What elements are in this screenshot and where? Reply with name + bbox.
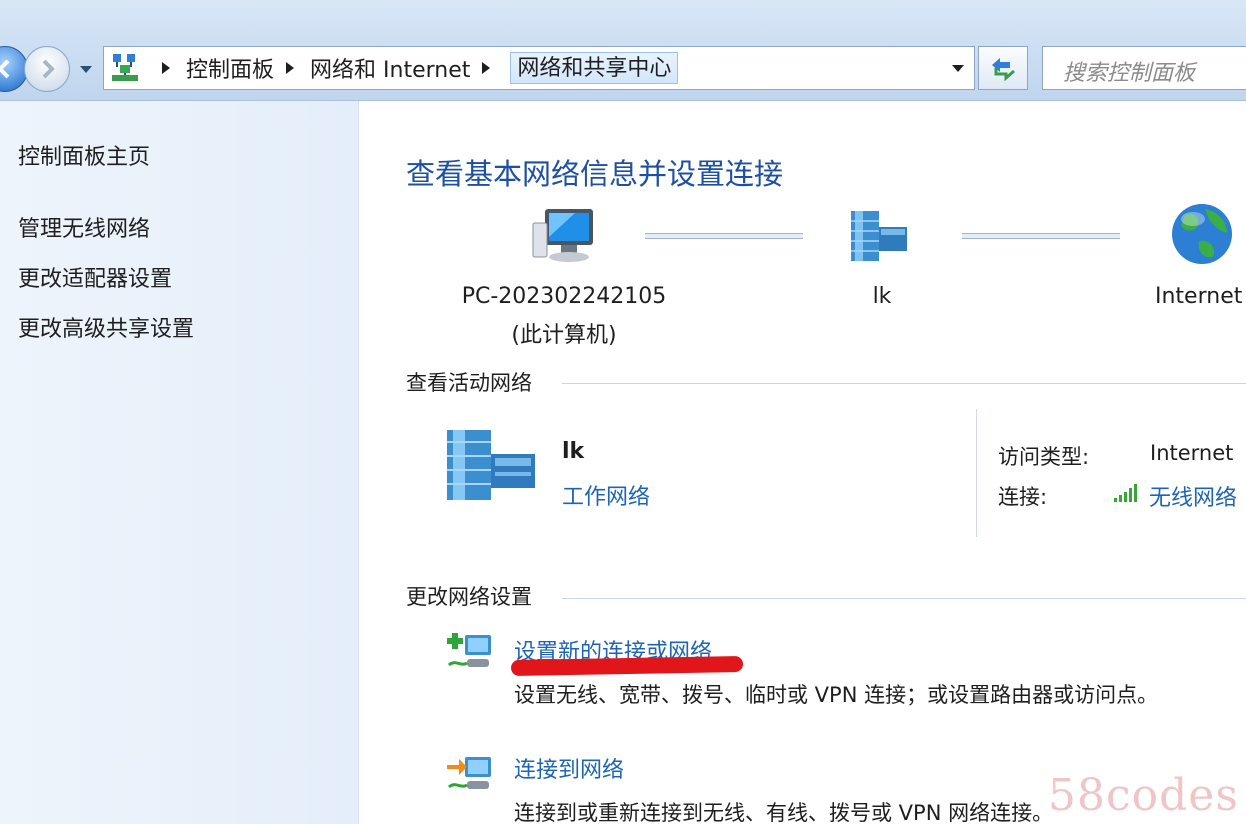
search-input[interactable]: 搜索控制面板 [1042,46,1246,90]
network-building-icon[interactable] [847,207,913,265]
address-toolbar: 控制面板 网络和 Internet 网络和共享中心 搜索控制面板 [0,0,1246,101]
active-networks-heading: 查看活动网络 [406,371,532,395]
forward-button[interactable] [24,46,70,92]
main-content: 查看基本网络信息并设置连接 PC-202302242105 (此计算机) lk … [359,101,1246,824]
divider [562,383,1246,384]
sidebar-item-control-panel-home[interactable]: 控制面板主页 [18,139,150,171]
access-type-value: Internet [1150,441,1234,465]
map-connector-line [645,233,803,239]
arrow-left-icon [0,59,10,79]
breadcrumb-control-panel[interactable]: 控制面板 [186,52,274,84]
watermark: 58codes [1048,770,1239,821]
map-connector-line [962,233,1120,239]
map-node-label: lk [872,284,892,309]
wifi-signal-icon [1114,484,1137,502]
wireless-connection-link[interactable]: 无线网络 [1149,480,1237,512]
arrow-right-icon [42,59,55,79]
network-category-link[interactable]: 工作网络 [562,479,650,511]
breadcrumb-chevron-icon[interactable] [480,61,492,75]
control-panel-icon [112,54,138,81]
recent-pages-dropdown[interactable] [78,63,94,75]
address-bar[interactable]: 控制面板 网络和 Internet 网络和共享中心 [103,46,975,90]
connection-label: 连接: [998,485,1048,509]
task-description: 连接到或重新连接到无线、有线、拨号或 VPN 网络连接。 [514,801,1054,824]
active-network-name: lk [562,439,585,464]
map-node-label: PC-202302242105 [461,284,667,309]
connect-to-network-link[interactable]: 连接到网络 [514,752,624,784]
map-node-label: Internet [1155,284,1243,309]
new-connection-icon [447,633,491,667]
access-type-label: 访问类型: [998,445,1090,469]
sidebar: 控制面板主页 管理无线网络 更改适配器设置 更改高级共享设置 [0,101,359,824]
page-title: 查看基本网络信息并设置连接 [406,157,784,191]
sidebar-item-adapter-settings[interactable]: 更改适配器设置 [18,261,172,293]
refresh-button[interactable] [978,46,1028,90]
computer-icon[interactable] [531,207,597,265]
task-description: 设置无线、宽带、拨号、临时或 VPN 连接；或设置路由器或访问点。 [514,683,1159,707]
sidebar-item-advanced-sharing[interactable]: 更改高级共享设置 [18,311,194,343]
change-settings-heading: 更改网络设置 [406,585,532,609]
divider [562,598,1246,599]
vertical-divider [976,409,977,537]
annotation-underline [510,655,744,677]
globe-icon[interactable] [1169,201,1235,267]
chevron-down-icon[interactable] [950,62,966,74]
breadcrumb-chevron-icon[interactable] [284,61,296,75]
network-building-icon [447,430,535,500]
breadcrumb-network-sharing-center[interactable]: 网络和共享中心 [510,52,679,84]
map-node-sublabel: (此计算机) [511,323,617,348]
breadcrumb-network-internet[interactable]: 网络和 Internet [310,52,470,84]
connect-network-icon [447,757,491,789]
sidebar-item-manage-wireless[interactable]: 管理无线网络 [18,211,150,243]
refresh-icon [992,58,1015,81]
breadcrumb-chevron-icon[interactable] [160,61,172,75]
